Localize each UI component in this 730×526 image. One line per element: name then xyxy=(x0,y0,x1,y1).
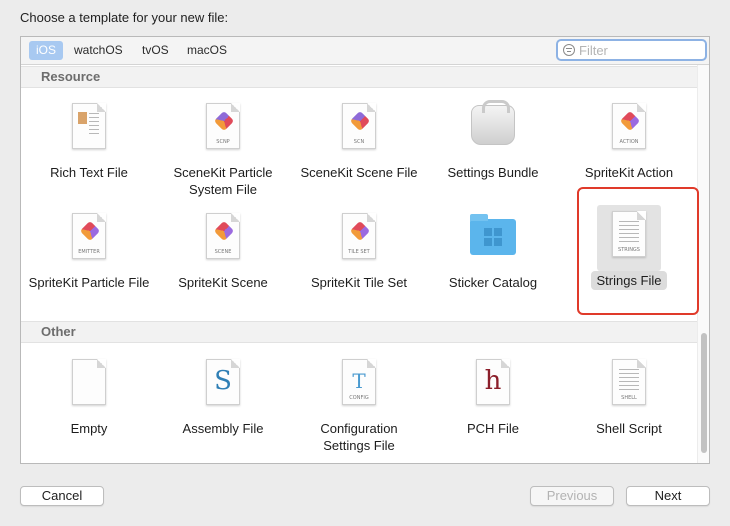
section-header-resource: Resource xyxy=(21,66,697,88)
template-spritekit-particle-file[interactable]: EMITTER SpriteKit Particle File xyxy=(21,207,157,292)
template-chooser-panel: iOS watchOS tvOS macOS Resource Rich Tex… xyxy=(20,36,710,464)
template-label: SpriteKit Particle File xyxy=(28,275,150,290)
pch-document-icon: h xyxy=(476,359,510,405)
tab-tvos[interactable]: tvOS xyxy=(135,41,176,60)
template-label: Empty xyxy=(70,421,108,436)
scn-document-icon: SCN xyxy=(342,103,376,149)
tab-watchos[interactable]: watchOS xyxy=(67,41,130,60)
filter-icon xyxy=(563,44,575,56)
scrollbar-thumb[interactable] xyxy=(701,333,707,453)
template-spritekit-tile-set[interactable]: TILE SET SpriteKit Tile Set xyxy=(291,207,427,292)
template-spritekit-action[interactable]: ACTION SpriteKit Action xyxy=(561,97,697,182)
settings-bundle-icon xyxy=(471,100,515,145)
template-sticker-catalog[interactable]: Sticker Catalog xyxy=(425,207,561,292)
sks-document-icon: SCENE xyxy=(206,213,240,259)
sticker-folder-icon xyxy=(470,214,516,255)
template-label: SpriteKit Scene xyxy=(178,275,268,290)
template-label: Settings Bundle xyxy=(447,165,539,180)
template-label: Assembly File xyxy=(182,421,264,436)
template-strings-file[interactable]: STRINGS Strings File xyxy=(561,205,697,290)
template-spritekit-scene[interactable]: SCENE SpriteKit Scene xyxy=(155,207,291,292)
template-scenekit-scene-file[interactable]: SCN SceneKit Scene File xyxy=(291,97,427,182)
config-document-icon: T CONFIG xyxy=(342,359,376,405)
tab-ios[interactable]: iOS xyxy=(29,41,64,60)
scnp-document-icon: SCNP xyxy=(206,103,240,149)
platform-tab-bar: iOS watchOS tvOS macOS xyxy=(21,37,709,65)
tab-macos[interactable]: macOS xyxy=(180,41,234,60)
previous-button[interactable]: Previous xyxy=(530,486,614,506)
template-label: Strings File xyxy=(591,271,667,290)
template-label: Sticker Catalog xyxy=(448,275,538,290)
template-label: SpriteKit Action xyxy=(584,165,674,180)
template-shell-script[interactable]: SHELL Shell Script xyxy=(561,353,697,438)
strings-document-icon: STRINGS xyxy=(612,211,646,257)
section-header-other: Other xyxy=(21,321,697,343)
assembly-document-icon: S xyxy=(206,359,240,405)
empty-document-icon xyxy=(72,359,106,405)
template-settings-bundle[interactable]: Settings Bundle xyxy=(425,97,561,182)
template-label: SceneKit Particle System File xyxy=(173,165,273,197)
template-assembly-file[interactable]: S Assembly File xyxy=(155,353,291,438)
template-label: Configuration Settings File xyxy=(320,421,398,453)
tileset-document-icon: TILE SET xyxy=(342,213,376,259)
template-scenekit-particle-system-file[interactable]: SCNP SceneKit Particle System File xyxy=(155,97,291,199)
template-label: SceneKit Scene File xyxy=(300,165,418,180)
template-rich-text-file[interactable]: Rich Text File xyxy=(21,97,157,182)
cancel-button[interactable]: Cancel xyxy=(20,486,104,506)
template-configuration-settings-file[interactable]: T CONFIG Configuration Settings File xyxy=(291,353,427,455)
shell-document-icon: SHELL xyxy=(612,359,646,405)
template-label: Rich Text File xyxy=(50,165,128,180)
rtf-document-icon xyxy=(72,103,106,149)
spritekit-action-icon: ACTION xyxy=(612,103,646,149)
template-label: SpriteKit Tile Set xyxy=(310,275,408,290)
filter-input[interactable] xyxy=(579,42,699,59)
dialog-prompt: Choose a template for your new file: xyxy=(20,10,229,25)
template-label: PCH File xyxy=(466,421,519,436)
filter-field[interactable] xyxy=(556,39,707,61)
template-label: Shell Script xyxy=(596,421,662,436)
emitter-document-icon: EMITTER xyxy=(72,213,106,259)
template-pch-file[interactable]: h PCH File xyxy=(425,353,561,438)
next-button[interactable]: Next xyxy=(626,486,710,506)
template-empty[interactable]: Empty xyxy=(21,353,157,438)
